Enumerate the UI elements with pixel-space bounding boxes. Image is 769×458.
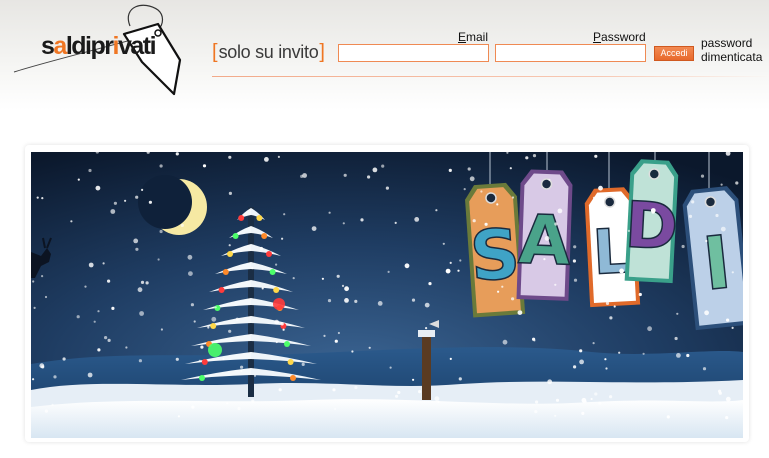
winter-sale-illustration: SA LD I xyxy=(31,152,743,438)
forgot-password-line2: dimenticata xyxy=(701,50,763,64)
promo-banner[interactable]: SALDI xyxy=(31,152,743,438)
sale-tag: D xyxy=(623,159,681,284)
forgot-password-line1: password xyxy=(701,36,753,50)
sale-tag: A xyxy=(516,169,573,301)
sale-tag: S xyxy=(465,182,526,318)
tagline: [solo su invito] xyxy=(212,42,325,62)
tagline-text: solo su invito xyxy=(218,42,319,62)
email-label: Email xyxy=(458,30,489,44)
tagline-close-bracket: ] xyxy=(319,41,325,63)
sale-tag-letter: D xyxy=(623,187,679,264)
forgot-password-link[interactable]: password dimenticata xyxy=(701,36,769,64)
login-button[interactable]: Accedi xyxy=(654,46,694,61)
sale-tag-letter: S xyxy=(468,214,523,297)
password-label: Password xyxy=(593,30,646,44)
site-logo[interactable]: saldiprivati xyxy=(12,2,212,98)
email-input[interactable] xyxy=(338,44,489,62)
sale-tag-letter: A xyxy=(517,200,572,281)
password-input[interactable] xyxy=(495,44,646,62)
logo-wordmark: saldiprivati xyxy=(41,32,157,60)
tagline-open-bracket: [ xyxy=(212,41,218,63)
header-divider xyxy=(212,76,769,77)
